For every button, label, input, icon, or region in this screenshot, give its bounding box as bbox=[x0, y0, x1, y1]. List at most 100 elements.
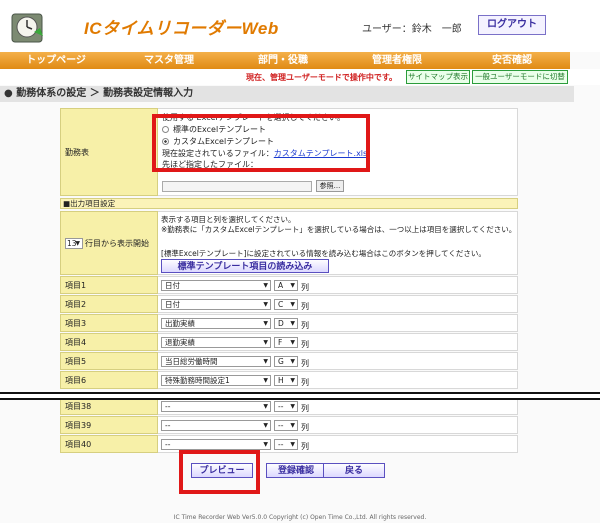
item-row: 項目5 当日総労働時間 ▼ G ▼ 列 bbox=[60, 352, 518, 370]
highlight-preview-button bbox=[179, 450, 260, 494]
chevron-down-icon: ▼ bbox=[263, 339, 268, 346]
start-row-suffix: 行目から表示開始 bbox=[85, 238, 149, 248]
item-select-value: 当日総労働時間 bbox=[165, 357, 218, 366]
item-row: 項目39 -- ▼ -- ▼ 列 bbox=[60, 416, 518, 434]
item-select-value: -- bbox=[165, 402, 171, 411]
item-row: 項目4 退勤実績 ▼ F ▼ 列 bbox=[60, 333, 518, 351]
item-label: 項目40 bbox=[60, 435, 158, 453]
item-value: 日付 ▼ A ▼ 列 bbox=[158, 276, 518, 294]
item-select-value: 日付 bbox=[165, 300, 180, 309]
item-select[interactable]: -- ▼ bbox=[161, 401, 271, 412]
footer-copyright: IC Time Recorder Web Ver5.0.0 Copyright … bbox=[173, 514, 427, 521]
display-start-value: 表示する項目と列を選択してください。 ※勤務表に「カスタムExcelテンプレート… bbox=[158, 211, 518, 275]
chevron-down-icon: ▼ bbox=[290, 320, 295, 327]
column-select[interactable]: F ▼ bbox=[274, 337, 298, 348]
back-button[interactable]: 戻る bbox=[323, 463, 385, 478]
item-select-value: 特殊勤務時間設定1 bbox=[165, 376, 230, 385]
browse-button[interactable]: 参照... bbox=[316, 180, 344, 192]
load-standard-template-button[interactable]: 標準テンプレート項目の読み込み bbox=[161, 259, 329, 273]
column-select-value: F bbox=[278, 338, 283, 347]
column-select-value: C bbox=[278, 300, 284, 309]
column-select-value: A bbox=[278, 281, 284, 290]
chevron-down-icon: ▼ bbox=[75, 239, 80, 247]
column-select-value: -- bbox=[278, 440, 284, 449]
column-select-value: D bbox=[278, 319, 284, 328]
chevron-down-icon: ▼ bbox=[263, 403, 268, 410]
chevron-down-icon: ▼ bbox=[290, 403, 295, 410]
column-suffix: 列 bbox=[301, 378, 309, 387]
output-section-head: ■出力項目設定 bbox=[60, 198, 518, 209]
chevron-down-icon: ▼ bbox=[263, 320, 268, 327]
header: ICタイムリコーダーWeb ユーザー：鈴木 一郎 ログアウト bbox=[0, 0, 600, 52]
item-row: 項目3 出勤実績 ▼ D ▼ 列 bbox=[60, 314, 518, 332]
start-row-select[interactable]: 13 ▼ bbox=[65, 237, 83, 249]
chevron-down-icon: ▼ bbox=[263, 377, 268, 384]
kinmu-label: 勤務表 bbox=[60, 108, 158, 196]
item-label: 項目4 bbox=[60, 333, 158, 351]
column-select[interactable]: -- ▼ bbox=[274, 439, 298, 450]
column-select[interactable]: G ▼ bbox=[274, 356, 298, 367]
item-select[interactable]: 日付 ▼ bbox=[161, 299, 271, 310]
column-select[interactable]: C ▼ bbox=[274, 299, 298, 310]
item-value: 当日総労働時間 ▼ G ▼ 列 bbox=[158, 352, 518, 370]
chevron-down-icon: ▼ bbox=[290, 339, 295, 346]
item-select-value: 出勤実績 bbox=[165, 319, 195, 328]
chevron-down-icon: ▼ bbox=[290, 282, 295, 289]
breadcrumb: ● 勤務体系の設定 ＞ 勤務表設定情報入力 bbox=[0, 86, 574, 102]
display-start-row: 13 ▼ 行目から表示開始 表示する項目と列を選択してください。 ※勤務表に「カス… bbox=[60, 211, 518, 275]
column-select-value: -- bbox=[278, 402, 284, 411]
item-select[interactable]: 退勤実績 ▼ bbox=[161, 337, 271, 348]
app-title: ICタイムリコーダーWeb bbox=[84, 19, 279, 38]
item-row: 項目1 日付 ▼ A ▼ 列 bbox=[60, 276, 518, 294]
chevron-down-icon: ▼ bbox=[290, 441, 295, 448]
column-select-value: G bbox=[278, 357, 284, 366]
column-select[interactable]: D ▼ bbox=[274, 318, 298, 329]
column-select[interactable]: -- ▼ bbox=[274, 401, 298, 412]
column-suffix: 列 bbox=[301, 423, 309, 432]
item-row: 項目6 特殊勤務時間設定1 ▼ H ▼ 列 bbox=[60, 371, 518, 389]
switch-user-mode-button[interactable]: 一般ユーザーモードに切替 bbox=[472, 70, 568, 84]
sitemap-button[interactable]: サイトマップ表示 bbox=[406, 70, 470, 84]
column-suffix: 列 bbox=[301, 442, 309, 451]
column-select[interactable]: H ▼ bbox=[274, 375, 298, 386]
item-select[interactable]: 当日総労働時間 ▼ bbox=[161, 356, 271, 367]
register-confirm-button[interactable]: 登録確認 bbox=[266, 463, 326, 478]
column-suffix: 列 bbox=[301, 359, 309, 368]
nav-master[interactable]: マスタ管理 bbox=[112, 52, 226, 69]
logout-button[interactable]: ログアウト bbox=[478, 15, 546, 35]
display-start-label-cell: 13 ▼ 行目から表示開始 bbox=[60, 211, 158, 275]
item-select[interactable]: 出勤実績 ▼ bbox=[161, 318, 271, 329]
nav-admin-rights[interactable]: 管理者権限 bbox=[340, 52, 454, 69]
mode-bar: 現在、管理ユーザーモードで操作中です。 サイトマップ表示 一般ユーザーモードに切… bbox=[0, 69, 600, 85]
chevron-down-icon: ▼ bbox=[263, 301, 268, 308]
item-row: 項目2 日付 ▼ C ▼ 列 bbox=[60, 295, 518, 313]
highlight-template-option bbox=[152, 114, 370, 172]
chevron-down-icon: ▼ bbox=[263, 358, 268, 365]
nav-safety[interactable]: 安否確認 bbox=[454, 52, 570, 69]
file-path-input[interactable] bbox=[162, 181, 312, 192]
item-value: 退勤実績 ▼ F ▼ 列 bbox=[158, 333, 518, 351]
column-select[interactable]: A ▼ bbox=[274, 280, 298, 291]
item-select[interactable]: 特殊勤務時間設定1 ▼ bbox=[161, 375, 271, 386]
column-select[interactable]: -- ▼ bbox=[274, 420, 298, 431]
chevron-down-icon: ▼ bbox=[263, 282, 268, 289]
chevron-down-icon: ▼ bbox=[290, 422, 295, 429]
chevron-down-icon: ▼ bbox=[263, 441, 268, 448]
column-select-value: H bbox=[278, 376, 284, 385]
item-select[interactable]: 日付 ▼ bbox=[161, 280, 271, 291]
item-label: 項目2 bbox=[60, 295, 158, 313]
item-select[interactable]: -- ▼ bbox=[161, 420, 271, 431]
nav-department[interactable]: 部門・役職 bbox=[226, 52, 340, 69]
nav-top-page[interactable]: トップページ bbox=[0, 52, 112, 69]
clock-logo-icon bbox=[11, 13, 43, 43]
item-value: 出勤実績 ▼ D ▼ 列 bbox=[158, 314, 518, 332]
item-value: 日付 ▼ C ▼ 列 bbox=[158, 295, 518, 313]
item-label: 項目6 bbox=[60, 371, 158, 389]
item-select[interactable]: -- ▼ bbox=[161, 439, 271, 450]
mode-message: 現在、管理ユーザーモードで操作中です。 bbox=[246, 73, 398, 82]
main-nav: トップページ マスタ管理 部門・役職 管理者権限 安否確認 bbox=[0, 52, 570, 69]
chevron-down-icon: ▼ bbox=[263, 422, 268, 429]
item-select-value: -- bbox=[165, 421, 171, 430]
item-label: 項目39 bbox=[60, 416, 158, 434]
help-text-3: [標準Excelテンプレート]に設定されている情報を読み込む場合はこのボタンを押… bbox=[161, 249, 486, 258]
